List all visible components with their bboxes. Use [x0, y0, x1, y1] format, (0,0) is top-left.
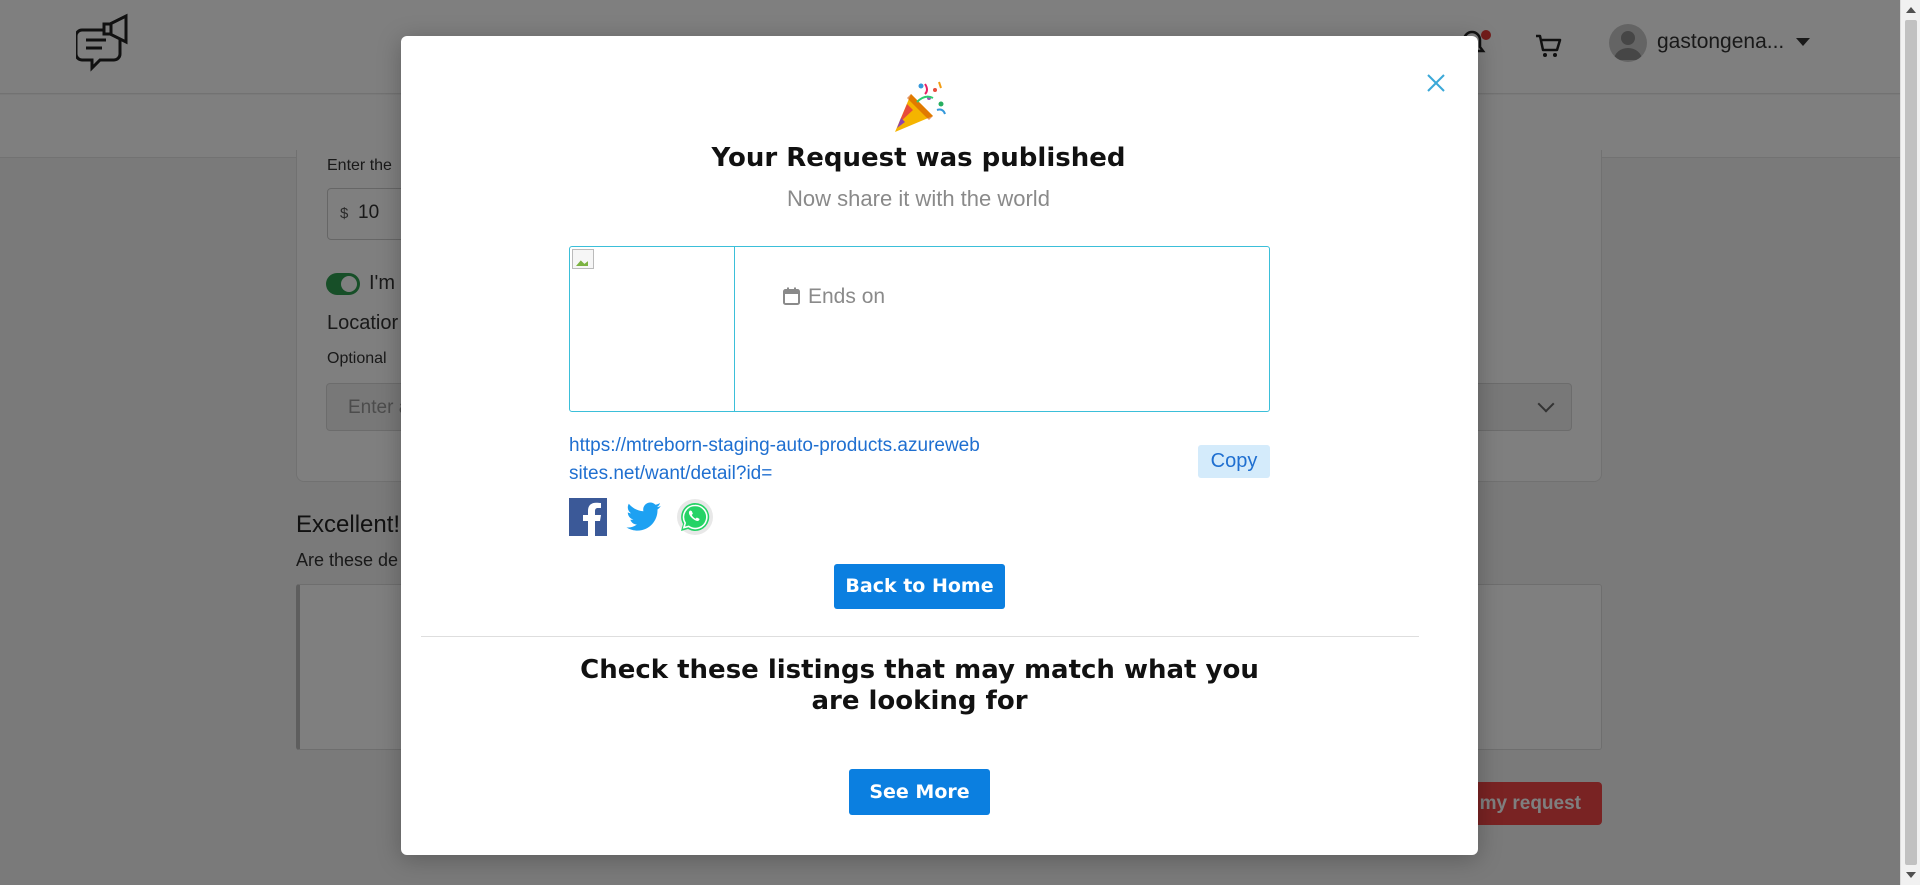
preview-image — [570, 247, 735, 411]
facebook-icon[interactable] — [569, 498, 607, 536]
back-to-home-button[interactable]: Back to Home — [834, 564, 1005, 609]
divider — [421, 636, 1419, 637]
close-icon[interactable] — [1425, 72, 1447, 94]
modal-title: Your Request was published — [711, 143, 1126, 173]
broken-image-icon — [572, 249, 594, 269]
share-url-link[interactable]: https://mtreborn-staging-auto-products.a… — [569, 432, 989, 488]
twitter-icon[interactable] — [625, 498, 663, 536]
modal-subtitle: Now share it with the world — [787, 186, 1050, 211]
listings-title: Check these listings that may match what… — [580, 655, 1259, 716]
calendar-icon — [783, 287, 800, 305]
scrollbar-thumb[interactable] — [1905, 20, 1917, 865]
whatsapp-icon[interactable] — [676, 498, 714, 536]
ends-on-label: Ends on — [808, 285, 886, 308]
party-popper-icon — [895, 81, 946, 132]
see-more-button[interactable]: See More — [849, 769, 990, 815]
scroll-down-arrow-icon[interactable] — [1906, 872, 1916, 878]
scroll-up-arrow-icon[interactable] — [1906, 7, 1916, 13]
request-preview-card[interactable] — [569, 246, 1270, 412]
scrollbar[interactable] — [1900, 0, 1920, 885]
copy-button[interactable]: Copy — [1198, 445, 1270, 478]
